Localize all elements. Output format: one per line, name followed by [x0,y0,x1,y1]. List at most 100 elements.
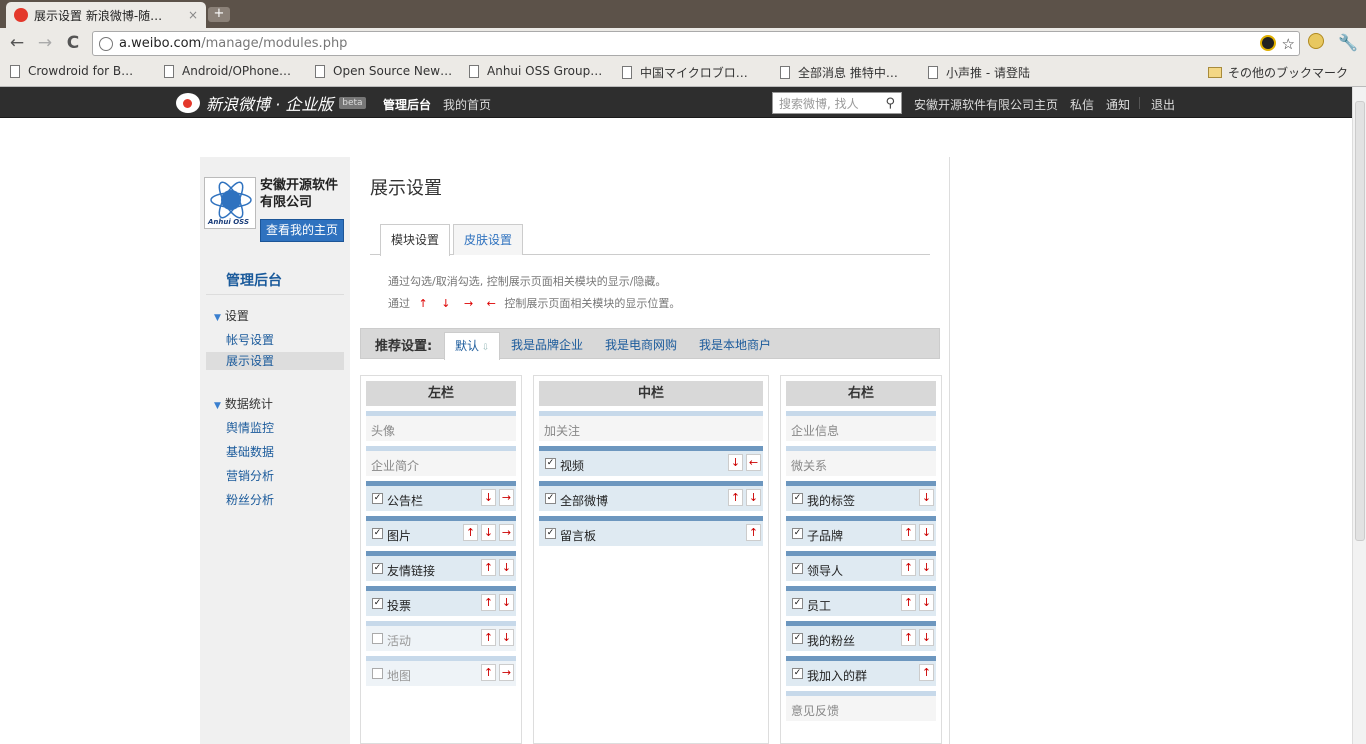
move-down-button[interactable]: ↓ [919,524,934,541]
search-icon[interactable]: ⚲ [885,96,895,111]
move-down-button[interactable]: ↓ [728,454,743,471]
preset-brand[interactable]: 我是品牌企业 [501,332,593,360]
extension-icon[interactable] [1259,35,1276,51]
module-row[interactable]: ✓ 领导人 ↑ ↓ [786,551,936,581]
module-checkbox[interactable]: ✓ [545,528,556,539]
bookmark-item[interactable]: Android/OPhone… [164,64,291,78]
module-row[interactable]: ✓ 投票 ↑ ↓ [366,586,516,616]
move-down-button[interactable]: ↓ [481,524,496,541]
move-down-button[interactable]: ↓ [919,629,934,646]
module-checkbox[interactable]: ✓ [372,563,383,574]
extension-face-icon[interactable] [1308,33,1324,53]
module-row[interactable]: 活动 ↑ ↓ [366,621,516,651]
module-row[interactable]: ✓ 公告栏 ↓ → [366,481,516,511]
module-checkbox[interactable]: ✓ [372,528,383,539]
module-checkbox[interactable]: ✓ [792,633,803,644]
move-up-button[interactable]: ↑ [901,629,916,646]
module-row[interactable]: ✓ 我的标签 ↓ [786,481,936,511]
bookmark-item[interactable]: Open Source New… [315,64,452,78]
module-row[interactable]: 地图 ↑ → [366,656,516,686]
move-right-button[interactable]: → [499,524,514,541]
sidebar-item-display[interactable]: 展示设置 [206,352,344,370]
back-button[interactable]: ← [6,33,28,53]
move-down-button[interactable]: ↓ [746,489,761,506]
sidebar-item-basic-data[interactable]: 基础数据 [226,443,274,460]
bookmark-star-icon[interactable]: ☆ [1282,35,1295,53]
preset-default[interactable]: 默认 ⇩ [444,332,501,360]
module-checkbox[interactable]: ✓ [372,598,383,609]
tab-close-icon[interactable]: × [188,8,198,22]
nav-admin[interactable]: 管理后台 [383,96,431,113]
group-stats[interactable]: ▼ 数据统计 [214,395,273,412]
move-down-button[interactable]: ↓ [481,489,496,506]
move-up-button[interactable]: ↑ [463,524,478,541]
module-checkbox[interactable]: ✓ [792,528,803,539]
move-up-button[interactable]: ↑ [728,489,743,506]
bookmark-item[interactable]: 全部消息 推特中… [780,64,898,81]
move-up-button[interactable]: ↑ [919,664,934,681]
page-scrollbar[interactable] [1352,87,1366,744]
module-checkbox[interactable]: ✓ [792,563,803,574]
move-right-button[interactable]: → [499,489,514,506]
module-checkbox[interactable] [372,633,383,644]
move-up-button[interactable]: ↑ [481,559,496,576]
reload-button[interactable]: C [62,33,84,53]
module-row[interactable]: ✓ 图片 ↑ ↓ → [366,516,516,546]
bookmark-item[interactable]: 小声推 - 请登陆 [928,64,1030,81]
other-bookmarks[interactable]: その他のブックマーク [1208,64,1348,81]
move-up-button[interactable]: ↑ [481,594,496,611]
wrench-menu-icon[interactable]: 🔧 [1338,33,1358,52]
module-row[interactable]: ✓ 我加入的群 ↑ [786,656,936,686]
nav-logout[interactable]: 退出 [1151,96,1175,113]
bookmark-item[interactable]: Crowdroid for B… [10,64,133,78]
view-home-button[interactable]: 查看我的主页 [260,219,344,242]
move-up-button[interactable]: ↑ [901,594,916,611]
move-down-button[interactable]: ↓ [499,594,514,611]
search-input[interactable]: 搜索微博, 找人 ⚲ [772,92,902,114]
nav-my-home[interactable]: 我的首页 [443,96,491,113]
browser-tab[interactable]: 展示设置 新浪微博-随… × [6,2,206,28]
module-checkbox[interactable] [372,668,383,679]
move-down-button[interactable]: ↓ [919,559,934,576]
new-tab-button[interactable]: + [208,7,230,22]
group-settings[interactable]: ▼ 设置 [214,307,249,324]
bookmark-item[interactable]: 中国マイクロブロ… [622,64,748,81]
module-row[interactable]: ✓ 我的粉丝 ↑ ↓ [786,621,936,651]
preset-local[interactable]: 我是本地商户 [689,332,781,360]
nav-notices[interactable]: 通知 [1106,96,1130,113]
sidebar-item-account[interactable]: 帐号设置 [226,331,274,348]
sidebar-item-marketing[interactable]: 营销分析 [226,467,274,484]
module-row[interactable]: ✓ 留言板 ↑ [539,516,763,546]
tab-module-settings[interactable]: 模块设置 [380,224,451,256]
module-checkbox[interactable]: ✓ [792,668,803,679]
forward-button[interactable]: → [34,33,56,53]
move-up-button[interactable]: ↑ [746,524,761,541]
move-up-button[interactable]: ↑ [901,559,916,576]
module-row[interactable]: ✓ 子品牌 ↑ ↓ [786,516,936,546]
nav-messages[interactable]: 私信 [1070,96,1094,113]
nav-company-home[interactable]: 安徽开源软件有限公司主页 [914,96,1058,113]
tab-skin-settings[interactable]: 皮肤设置 [453,224,524,255]
module-row[interactable]: ✓ 员工 ↑ ↓ [786,586,936,616]
sidebar-item-sentiment[interactable]: 舆情监控 [226,419,274,436]
move-right-button[interactable]: → [499,664,514,681]
move-down-button[interactable]: ↓ [919,594,934,611]
sidebar-item-fans[interactable]: 粉丝分析 [226,491,274,508]
module-checkbox[interactable]: ✓ [792,493,803,504]
move-up-button[interactable]: ↑ [481,629,496,646]
weibo-logo[interactable]: 新浪微博 · 企业版 beta [176,91,366,115]
module-checkbox[interactable]: ✓ [372,493,383,504]
move-left-button[interactable]: ← [746,454,761,471]
move-down-button[interactable]: ↓ [919,489,934,506]
address-bar[interactable]: a.weibo.com/manage/modules.php ☆ [92,31,1300,56]
preset-ecommerce[interactable]: 我是电商网购 [595,332,687,360]
move-up-button[interactable]: ↑ [901,524,916,541]
module-row[interactable]: ✓ 全部微博 ↑ ↓ [539,481,763,511]
move-up-button[interactable]: ↑ [481,664,496,681]
module-row[interactable]: ✓ 友情链接 ↑ ↓ [366,551,516,581]
move-down-button[interactable]: ↓ [499,559,514,576]
module-checkbox[interactable]: ✓ [545,493,556,504]
module-checkbox[interactable]: ✓ [545,458,556,469]
move-down-button[interactable]: ↓ [499,629,514,646]
bookmark-item[interactable]: Anhui OSS Group… [469,64,602,78]
